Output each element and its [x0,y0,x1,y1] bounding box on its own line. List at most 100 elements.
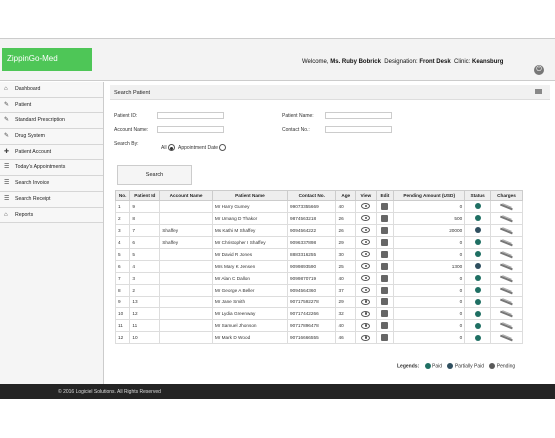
search-by-all[interactable]: All [161,144,175,151]
col-contact-no[interactable]: Contact No. [287,190,337,201]
view-icon[interactable] [361,263,371,270]
cell-pending-amount: 0 [393,307,466,321]
cell-patient-id: 7 [129,223,161,237]
table-row[interactable]: 3 7 Shaffey Ms Kathi M Shaffey 9094564222 26 2… [114,223,524,237]
cell-pending-amount: 500 [393,211,466,225]
col-account-name[interactable]: Account Name [159,190,213,201]
status-icon [474,298,481,305]
view-icon[interactable] [361,227,371,234]
search-button[interactable]: Search [117,165,192,185]
status-icon [474,227,481,234]
view-icon[interactable] [361,239,371,246]
table-row[interactable]: 9 13 Mr Jane Smith 90717592278 29 0 [114,295,524,309]
sidebar-item-drug-system[interactable]: ✎ Drug System [0,129,103,145]
col-patient-name[interactable]: Patient Name [211,190,289,201]
cell-no: 12 [114,331,131,345]
cell-age: 40 [335,200,357,213]
edit-icon[interactable] [381,238,389,246]
charges-icon[interactable] [498,298,514,305]
edit-icon[interactable] [381,298,389,306]
radio-appointment-date[interactable] [219,144,227,151]
table-row[interactable]: 5 5 Mr David R Jones 8883316255 30 0 [114,247,524,261]
sidebar-item-label: Dashboard [15,86,41,92]
col-patient-id[interactable]: Patient Id [129,190,161,201]
view-icon[interactable] [361,275,371,282]
cell-age: 29 [335,295,357,309]
cell-pending-amount: 0 [393,283,466,297]
table-row[interactable]: 4 6 Shaffey Mr Christopher I Shaffey 9096337… [114,235,524,249]
edit-icon[interactable] [381,334,389,342]
charges-icon[interactable] [498,239,514,246]
cell-patient-name: Mr Alan C Dallon [211,271,289,285]
account-name-input[interactable] [157,126,224,133]
charges-icon[interactable] [498,275,514,282]
power-icon[interactable]: ⏻ [534,65,544,75]
col-no[interactable]: No. [114,190,131,201]
sidebar-item-patient-account[interactable]: ✚ Patient Account [0,144,103,161]
cell-charges [489,259,524,273]
charges-icon[interactable] [498,322,514,329]
cell-patient-id: 11 [129,319,161,333]
edit-icon[interactable] [381,202,389,210]
table-row[interactable]: 11 11 Mr Samuel Jhonson 90717896478 40 0 [114,319,524,333]
view-icon[interactable] [361,215,371,222]
sidebar-item-patient[interactable]: ✎ Patient [0,97,103,114]
table-row[interactable]: 6 4 Mrs Mary K Jensen 9099893590 25 1300 [114,259,524,273]
sidebar-item-search-invoice[interactable]: ☰ Search Invoice [0,176,103,192]
col-pending-amount[interactable]: Pending Amount (USD) [393,190,466,201]
edit-icon[interactable] [381,310,389,318]
sidebar-item-standard-prescription[interactable]: ✎ Standard Prescription [0,113,103,130]
table-row[interactable]: 10 12 Mr Lydia Greenway 90717442266 32 0 [114,307,524,321]
radio-all[interactable] [167,144,175,151]
view-icon[interactable] [361,310,371,317]
sidebar-item-reports[interactable]: ⌂ Reports [0,207,103,224]
patient-name-input[interactable] [325,112,392,119]
table-row[interactable]: 12 10 Mr Mark D Wood 90716666555 46 0 [114,331,524,345]
cell-no: 8 [114,283,131,297]
status-icon [474,239,481,246]
charges-icon[interactable] [498,227,514,234]
edit-icon[interactable] [381,274,389,282]
edit-icon[interactable] [381,250,389,258]
edit-icon[interactable] [381,286,389,294]
sidebar-item-search-receipt[interactable]: ☰ Search Receipt [0,191,103,208]
charges-icon[interactable] [498,310,514,317]
app-logo[interactable]: ZippinGo-Med [2,48,92,71]
charges-icon[interactable] [498,334,514,341]
col-view: View [355,190,377,201]
edit-icon[interactable] [381,214,389,222]
charges-icon[interactable] [498,251,514,258]
view-icon[interactable] [361,251,371,258]
legend-paid: Paid [432,363,443,370]
sidebar-item-dashboard[interactable]: ⌂ Dashboard [0,82,103,98]
table-row[interactable]: 2 8 Mr Umang D Thakor 9874563218 26 500 [114,211,524,225]
charges-icon[interactable] [498,215,514,222]
sidebar-item-todays-appointments[interactable]: ☰ Today's Appointments [0,160,103,177]
cell-view [355,271,377,285]
cell-pending-amount: 0 [393,247,466,261]
view-icon[interactable] [361,287,371,294]
contact-no-input[interactable] [325,126,392,133]
charges-icon[interactable] [498,287,514,294]
charges-icon[interactable] [498,263,514,270]
view-icon[interactable] [361,322,371,329]
search-by-appointment-date[interactable]: Appointment Date [178,144,227,151]
cell-account-name [159,331,213,345]
table-row[interactable]: 1 9 Mr Harry Gumey 99073355669 40 0 [114,200,524,213]
edit-icon[interactable] [381,262,389,270]
table-row[interactable]: 8 2 Mr George A Beller 9094564360 37 0 [114,283,524,297]
cell-contact-no: 9094564360 [287,283,337,297]
cell-patient-name: Mr Jane Smith [211,295,289,309]
view-icon[interactable] [361,334,371,341]
table-row[interactable]: 7 3 Mr Alan C Dallon 9099870719 40 0 [114,271,524,285]
cell-account-name: Shaffey [159,235,213,249]
cell-contact-no: 90717592278 [287,295,337,309]
edit-icon[interactable] [381,226,389,234]
collapse-icon[interactable] [535,89,542,94]
col-age[interactable]: Age [335,190,357,201]
view-icon[interactable] [361,203,371,210]
patient-id-input[interactable] [157,112,224,119]
view-icon[interactable] [361,298,371,305]
edit-icon[interactable] [381,322,389,330]
charges-icon[interactable] [498,203,514,210]
